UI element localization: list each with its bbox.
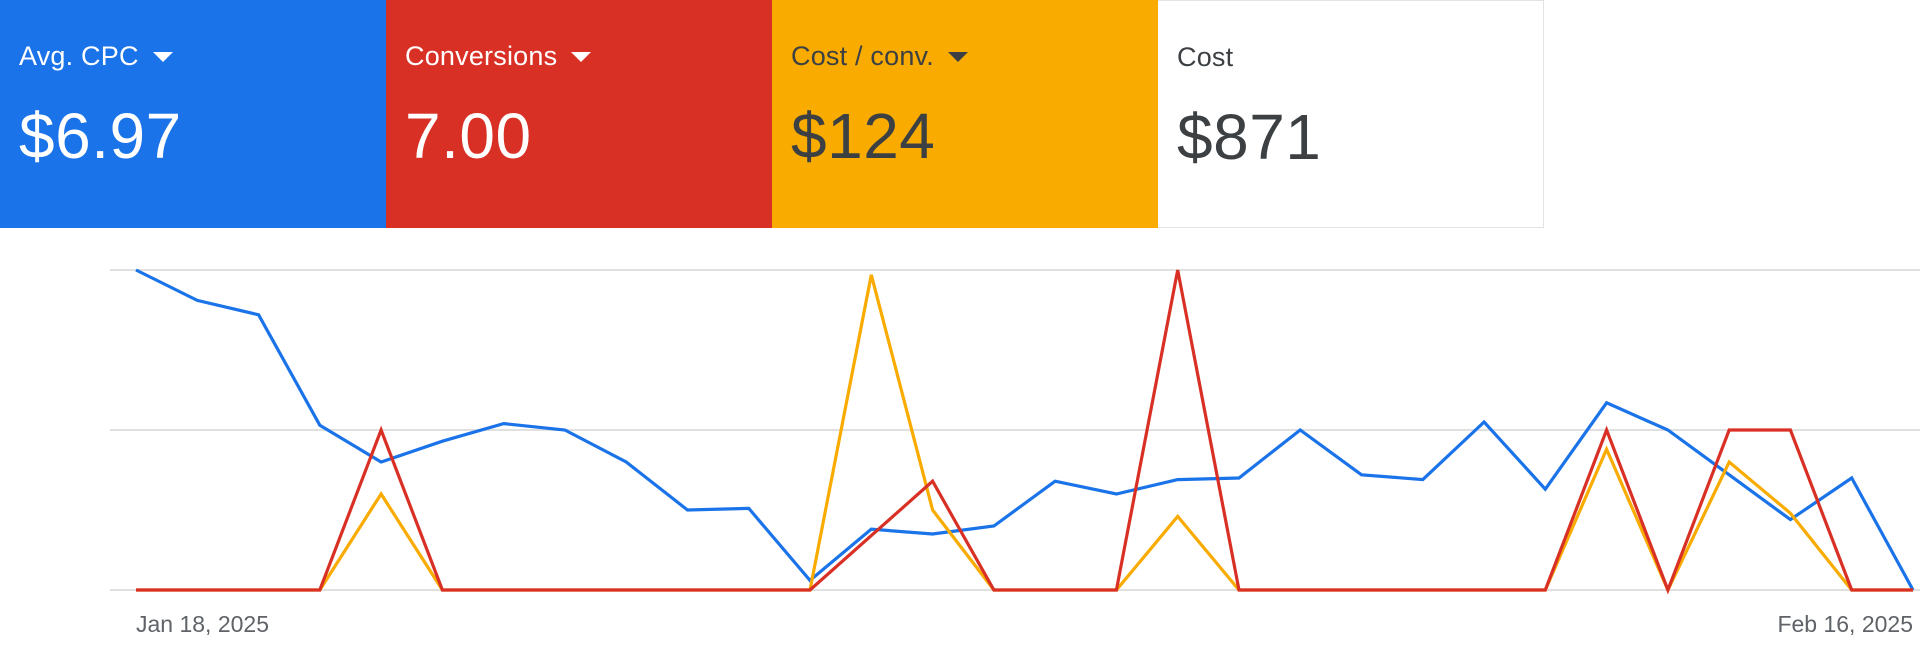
metric-card-cost[interactable]: Cost $871 (1158, 0, 1544, 228)
metric-label-text: Cost (1177, 42, 1234, 72)
metric-value: 7.00 (405, 100, 532, 172)
metric-card-avg-cpc[interactable]: Avg. CPC $6.97 (0, 0, 386, 228)
caret-down-icon[interactable] (152, 52, 173, 62)
series-line-cost-conv (136, 274, 1913, 594)
metric-label-text: Cost / conv. (791, 41, 934, 71)
metric-value: $124 (791, 100, 936, 172)
metric-value: $871 (1177, 101, 1322, 173)
caret-down-icon[interactable] (947, 52, 968, 62)
metric-card-cost-per-conv[interactable]: Cost / conv. $124 (772, 0, 1158, 228)
caret-down-icon[interactable] (571, 52, 592, 62)
metric-label: Cost / conv. (791, 38, 1158, 74)
line-chart: Jan 18, 2025 Feb 16, 2025 (110, 268, 1920, 637)
metric-label: Avg. CPC (19, 38, 386, 74)
metric-label: Conversions (405, 38, 772, 74)
x-axis-end-label: Feb 16, 2025 (1777, 611, 1913, 637)
metric-cards: Avg. CPC $6.97 Conversions 7.00 Cost / c… (0, 0, 1544, 228)
x-axis-start-label: Jan 18, 2025 (136, 611, 269, 637)
metric-label-text: Avg. CPC (19, 41, 139, 71)
metric-label-text: Conversions (405, 41, 558, 71)
metric-label: Cost (1177, 39, 1543, 75)
metric-value: $6.97 (19, 100, 182, 172)
metric-card-conversions[interactable]: Conversions 7.00 (386, 0, 772, 228)
